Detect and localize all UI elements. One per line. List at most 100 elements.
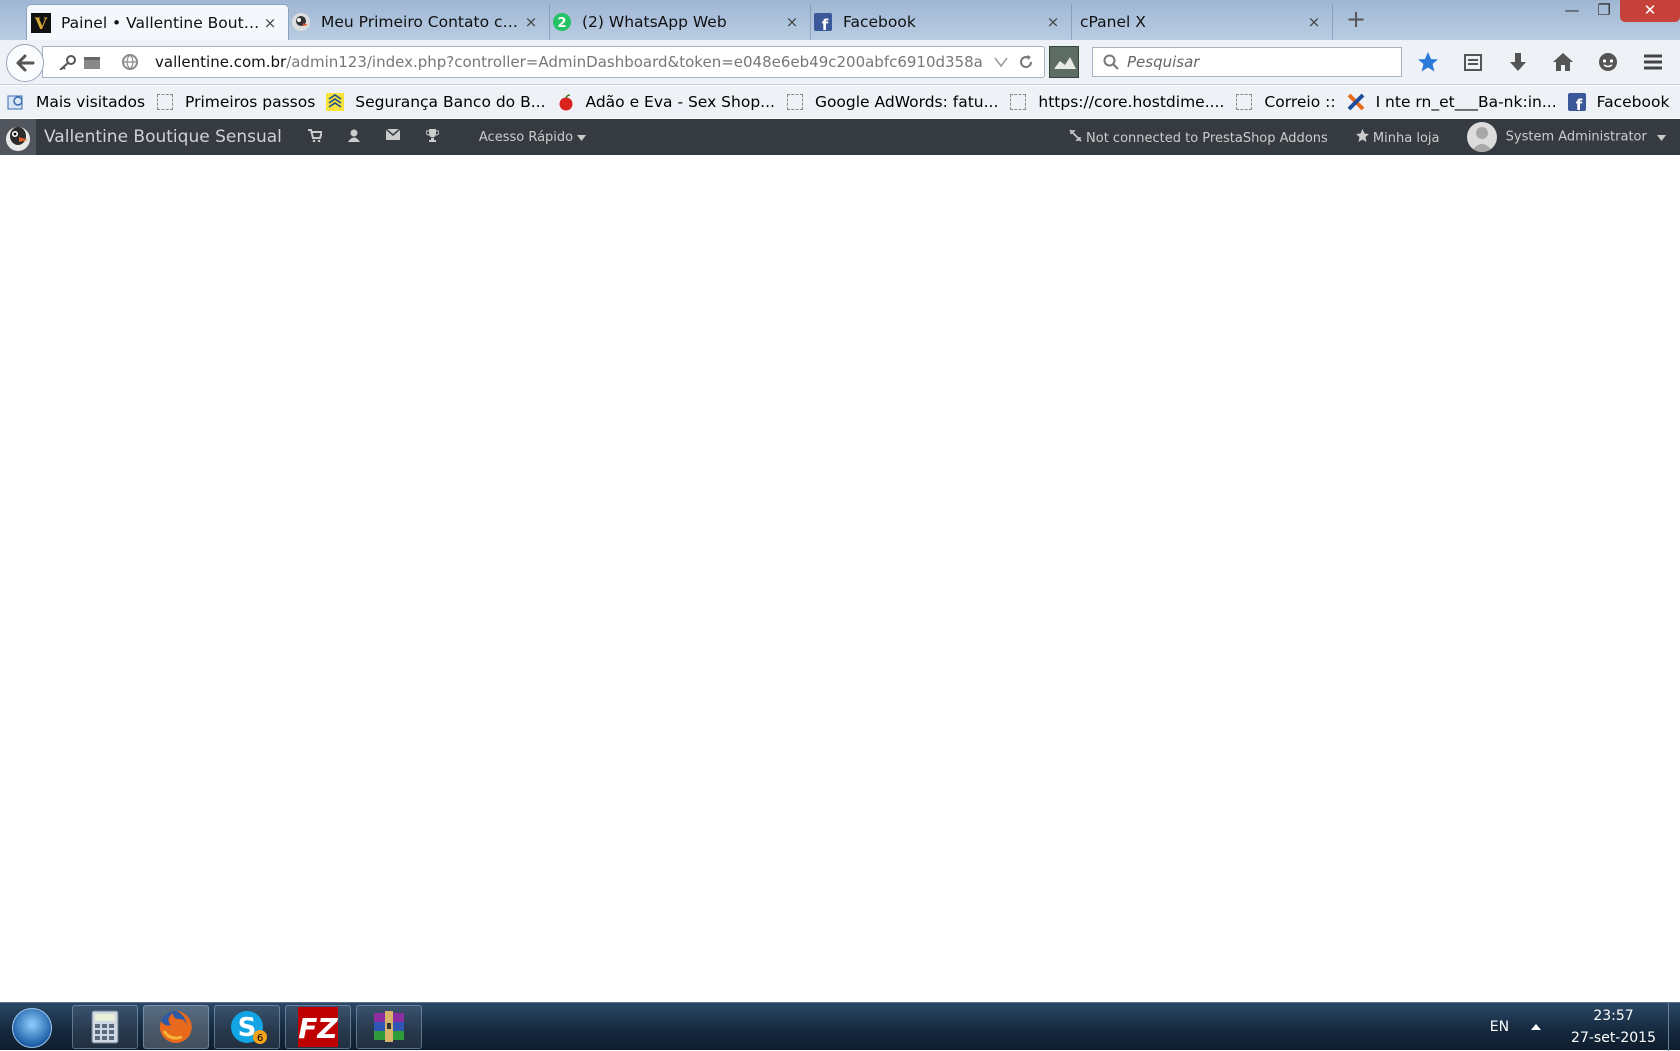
- vallentine-logo-icon: V: [31, 12, 51, 33]
- quick-access-dropdown[interactable]: Acesso Rápido: [479, 130, 587, 145]
- reload-icon[interactable]: [1018, 54, 1034, 70]
- back-arrow-icon: [16, 54, 35, 72]
- dashboard-content: [0, 155, 1680, 1002]
- browser-titlebar: V Painel • Vallentine Boutiqu... × Meu P…: [0, 0, 1680, 40]
- bookmark-facebook[interactable]: f Facebook: [1567, 92, 1670, 112]
- bookmark-label: Segurança Banco do B...: [355, 93, 546, 111]
- bookmark-label: Facebook: [1596, 93, 1670, 111]
- bookmark-label: https://core.hostdime....: [1038, 93, 1225, 111]
- bookmark-mais-visitados[interactable]: Mais visitados: [6, 92, 145, 112]
- prestashop-puffin-icon: [291, 12, 311, 32]
- close-tab-icon[interactable]: ×: [1306, 13, 1322, 31]
- bookmark-correio[interactable]: Correio ::: [1234, 92, 1336, 112]
- bookmark-star-icon[interactable]: [1414, 48, 1442, 76]
- bookmarks-menu-icon[interactable]: [1459, 48, 1487, 76]
- notification-icon[interactable]: [83, 54, 101, 70]
- search-input[interactable]: Pesquisar: [1092, 47, 1402, 77]
- customers-user-icon[interactable]: [347, 129, 360, 146]
- start-button[interactable]: [4, 1006, 60, 1050]
- tab-facebook[interactable]: f Facebook ×: [809, 4, 1072, 40]
- close-tab-icon[interactable]: ×: [523, 13, 539, 31]
- clock-date: 27-set-2015: [1571, 1030, 1656, 1046]
- site-identity-icon[interactable]: [121, 53, 147, 71]
- unlink-icon: [1069, 128, 1082, 142]
- tab-meu-primeiro-contato[interactable]: Meu Primeiro Contato com... ×: [287, 4, 550, 40]
- addons-status[interactable]: Not connected to PrestaShop Addons: [1069, 128, 1328, 146]
- facebook-icon: f: [1567, 92, 1587, 112]
- bookmark-hostdime[interactable]: https://core.hostdime....: [1008, 92, 1224, 112]
- skype-icon[interactable]: S 6: [214, 1005, 280, 1049]
- window-controls: — ❐ ✕: [1556, 0, 1680, 22]
- show-hidden-icons-icon[interactable]: [1531, 1024, 1542, 1030]
- firefox-icon[interactable]: [143, 1005, 209, 1049]
- prestashop-header: Vallentine Boutique Sensual Acesso Rápid…: [0, 119, 1680, 155]
- whatsapp-badge: 2: [557, 16, 566, 31]
- tab-title: Painel • Vallentine Boutiqu...: [61, 13, 262, 32]
- system-tray: EN 23:57 27-set-2015: [1490, 1003, 1656, 1051]
- tab-cpanel[interactable]: cPanel X ×: [1070, 4, 1333, 40]
- close-tab-icon[interactable]: ×: [1045, 13, 1061, 31]
- user-menu[interactable]: System Administrator: [1467, 122, 1666, 152]
- key-icon[interactable]: [57, 54, 77, 70]
- minimize-button[interactable]: —: [1556, 0, 1588, 22]
- bookmark-internet-banking[interactable]: I nte rn_et___Ba-nk:in...: [1346, 92, 1557, 112]
- urlbar-icons: [43, 53, 155, 71]
- close-tab-icon[interactable]: ×: [262, 14, 278, 32]
- admin-shortcuts: [307, 127, 440, 146]
- filezilla-icon[interactable]: FZ: [285, 1005, 351, 1049]
- svg-text:V: V: [34, 14, 48, 33]
- caret-down-icon: [577, 134, 587, 141]
- blank-page-icon: [155, 92, 175, 112]
- blank-page-icon: [1008, 92, 1028, 112]
- back-button[interactable]: [6, 44, 44, 82]
- bookmark-adao-e-eva[interactable]: Adão e Eva - Sex Shop...: [556, 92, 775, 112]
- tab-whatsapp[interactable]: 2 (2) WhatsApp Web ×: [548, 4, 811, 40]
- navigation-toolbar: vallentine.com.br/admin123/index.php?con…: [0, 40, 1680, 85]
- prestashop-puffin-icon[interactable]: [0, 119, 36, 155]
- close-tab-icon[interactable]: ×: [784, 13, 800, 31]
- svg-text:f: f: [1575, 96, 1582, 111]
- bookmark-banco-do-brasil[interactable]: Segurança Banco do B...: [325, 92, 546, 112]
- new-tab-button[interactable]: +: [1342, 6, 1370, 34]
- address-bar[interactable]: vallentine.com.br/admin123/index.php?con…: [42, 46, 1045, 78]
- avatar: [1467, 122, 1498, 152]
- tab-strip: V Painel • Vallentine Boutiqu... × Meu P…: [26, 4, 1333, 40]
- url-text[interactable]: vallentine.com.br/admin123/index.php?con…: [155, 53, 984, 71]
- bookmark-google-adwords[interactable]: Google AdWords: fatu...: [785, 92, 998, 112]
- downloads-icon[interactable]: [1504, 48, 1532, 76]
- clock-time: 23:57: [1593, 1008, 1634, 1024]
- bookmark-label: Google AdWords: fatu...: [814, 93, 999, 111]
- maximize-button[interactable]: ❐: [1588, 0, 1620, 22]
- bookmark-primeiros-passos[interactable]: Primeiros passos: [155, 92, 315, 112]
- extension-icon[interactable]: [1049, 46, 1079, 78]
- hamburger-menu-icon[interactable]: [1639, 48, 1667, 76]
- calculator-icon[interactable]: [72, 1005, 138, 1049]
- banco-do-brasil-icon: [325, 92, 345, 112]
- facebook-icon: f: [813, 12, 833, 32]
- bookmarks-toolbar: Mais visitados Primeiros passos Seguranç…: [0, 86, 1680, 118]
- tab-painel[interactable]: V Painel • Vallentine Boutiqu... ×: [26, 4, 289, 40]
- whatsapp-icon: 2: [552, 12, 572, 32]
- windows-taskbar: S 6 FZ EN 23:57 27-set-2015: [0, 1002, 1680, 1051]
- close-window-button[interactable]: ✕: [1620, 0, 1680, 22]
- apple-icon: [556, 92, 576, 112]
- my-shop-link[interactable]: Minha loja: [1355, 128, 1440, 146]
- chat-icon[interactable]: [1594, 48, 1622, 76]
- caret-down-icon: [1657, 134, 1666, 141]
- user-name: System Administrator: [1505, 129, 1647, 145]
- urlbar-end: [984, 54, 1044, 70]
- shop-name-link[interactable]: Vallentine Boutique Sensual: [44, 127, 282, 147]
- history-dropdown-icon[interactable]: [994, 57, 1008, 67]
- svg-text:f: f: [822, 16, 829, 31]
- show-desktop-button[interactable]: [1668, 1003, 1680, 1051]
- orders-cart-icon[interactable]: [307, 128, 324, 146]
- windows-logo-icon: [12, 1008, 52, 1048]
- home-icon[interactable]: [1549, 48, 1577, 76]
- bookmark-label: I nte rn_et___Ba-nk:in...: [1375, 93, 1557, 111]
- my-shop-label: Minha loja: [1372, 130, 1440, 146]
- language-indicator[interactable]: EN: [1490, 1019, 1509, 1035]
- messages-envelope-icon[interactable]: [385, 127, 401, 146]
- clock[interactable]: 23:57 27-set-2015: [1571, 1005, 1656, 1049]
- badges-trophy-icon[interactable]: [425, 128, 440, 146]
- winrar-icon[interactable]: [356, 1005, 422, 1049]
